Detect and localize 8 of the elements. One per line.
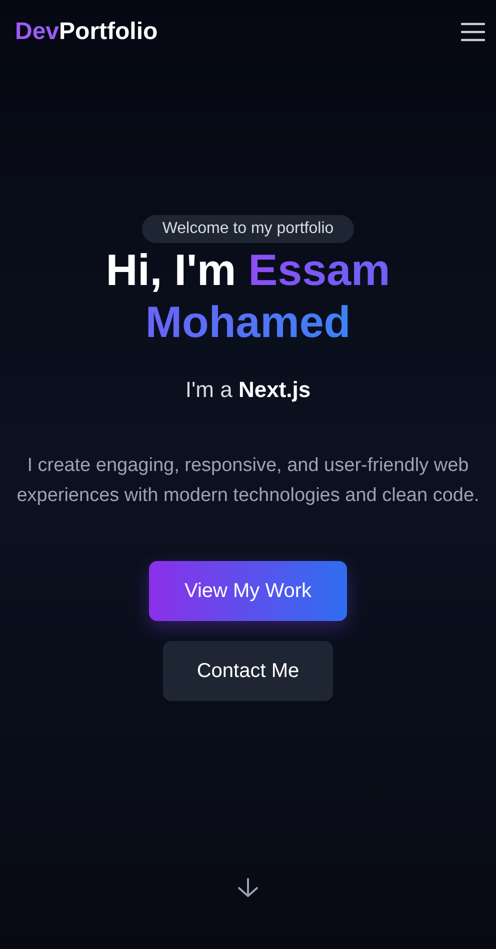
menu-icon[interactable] (461, 22, 485, 42)
logo-link[interactable]: DevPortfolio (15, 18, 158, 46)
contact-button[interactable]: Contact Me (163, 641, 333, 701)
welcome-badge: Welcome to my portfolio (142, 215, 354, 243)
view-work-button[interactable]: View My Work (149, 561, 347, 621)
arrow-down-icon[interactable] (237, 878, 259, 898)
role-text: I'm a Next.js (185, 377, 311, 403)
intro-text: I create engaging, responsive, and user-friendly web experiences with modern technologies and clean code. (16, 454, 480, 508)
